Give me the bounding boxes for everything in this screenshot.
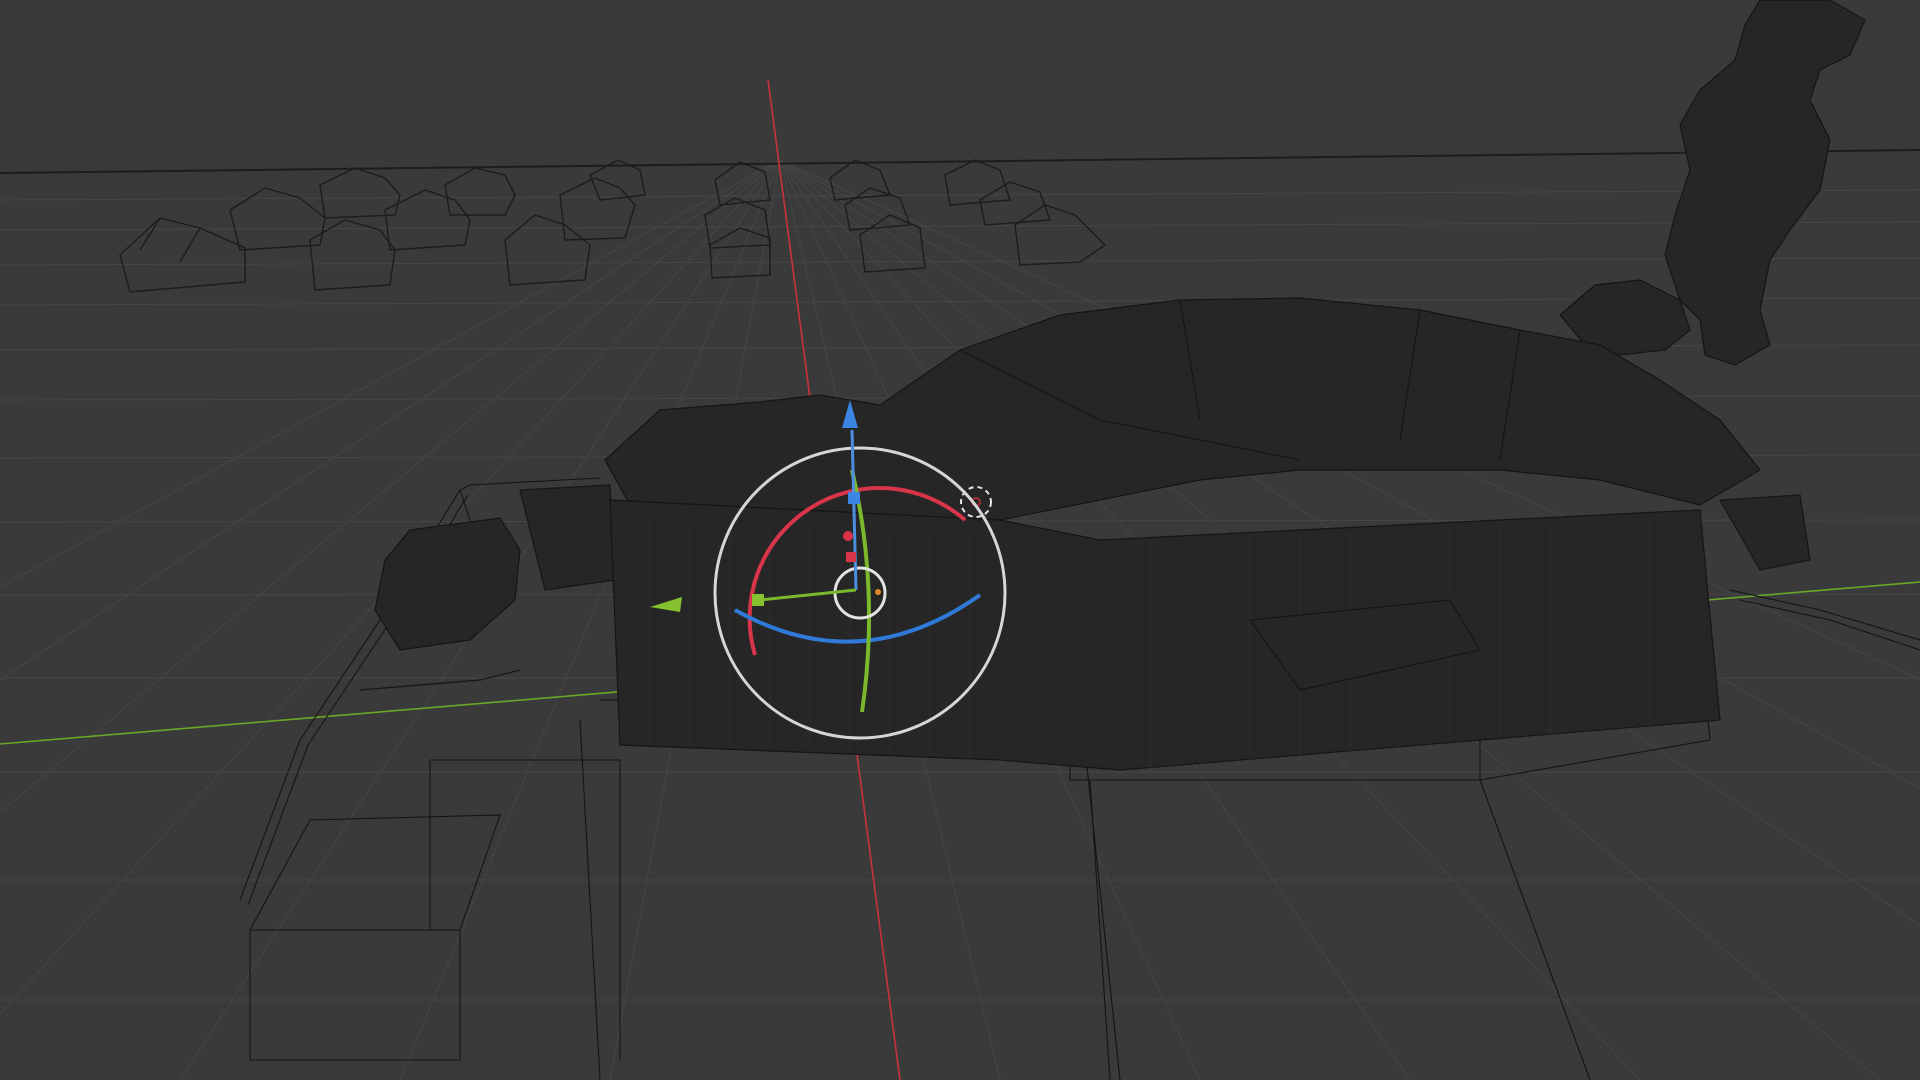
- gizmo-x-scale-handle[interactable]: [846, 552, 856, 562]
- horizon-line: [0, 149, 1920, 174]
- object-origin-dot: [875, 589, 881, 595]
- 3d-viewport[interactable]: [0, 0, 1920, 1080]
- viewport-canvas[interactable]: [0, 0, 1920, 1080]
- character-figure[interactable]: [1559, 0, 1866, 366]
- gizmo-z-scale-handle[interactable]: [848, 492, 860, 504]
- cottage-cluster-5[interactable]: [944, 159, 1107, 266]
- main-house[interactable]: [604, 297, 1811, 771]
- cottage-cluster-2[interactable]: [504, 159, 646, 286]
- cottage-cluster-1[interactable]: [119, 167, 516, 293]
- cottage-cluster-4[interactable]: [829, 159, 926, 273]
- gizmo-y-scale-handle[interactable]: [752, 594, 764, 606]
- sleigh[interactable]: [359, 484, 616, 691]
- gizmo-x-rotate-handle[interactable]: [843, 531, 853, 541]
